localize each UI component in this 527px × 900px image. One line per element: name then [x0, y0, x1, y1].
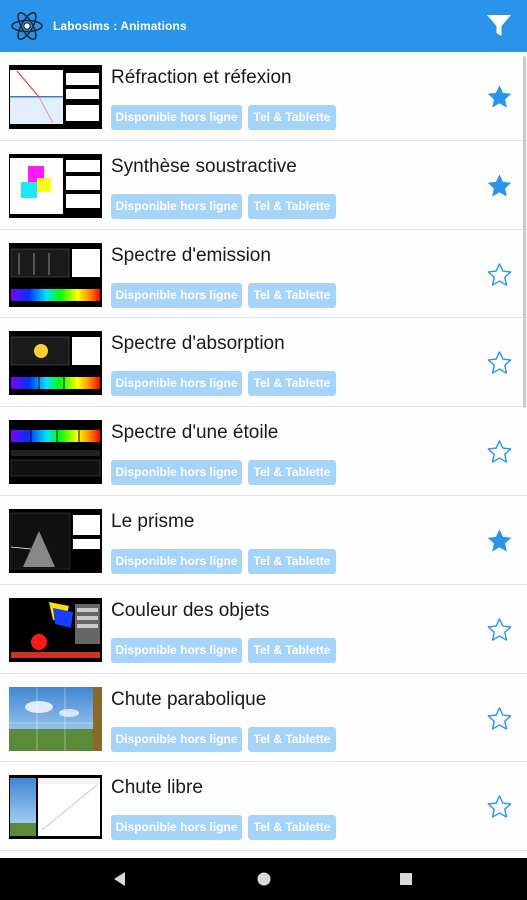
- thumbnail: [9, 686, 102, 751]
- device-badge: Tel & Tablette: [248, 460, 336, 486]
- recents-square-icon[interactable]: [397, 870, 415, 888]
- thumbnail: [9, 420, 102, 485]
- item-title: Réfraction et réfexion: [111, 67, 292, 88]
- back-triangle-icon[interactable]: [111, 870, 129, 888]
- item-title: Chute libre: [111, 777, 203, 799]
- item-title: Synthèse soustractive: [111, 155, 297, 177]
- list-item[interactable]: Couleur des objets Disponible hors ligne…: [0, 584, 527, 674]
- star-icon[interactable]: [486, 84, 513, 110]
- offline-badge: Disponible hors ligne: [111, 726, 242, 752]
- thumbnail: [9, 331, 102, 396]
- star-icon[interactable]: [486, 173, 513, 199]
- offline-badge: Disponible hors ligne: [111, 815, 242, 841]
- star-icon[interactable]: [486, 262, 513, 288]
- thumbnail: [9, 242, 102, 307]
- device-badge: Tel & Tablette: [248, 105, 336, 130]
- item-title: Spectre d'absorption: [111, 333, 285, 355]
- star-icon[interactable]: [486, 706, 513, 732]
- atom-icon[interactable]: [10, 9, 44, 43]
- list-item[interactable]: Synthèse soustractive Disponible hors li…: [0, 140, 527, 230]
- star-icon[interactable]: [486, 617, 513, 643]
- list-item[interactable]: Spectre d'une étoile Disponible hors lig…: [0, 407, 527, 496]
- item-title: Spectre d'emission: [111, 244, 271, 266]
- offline-badge: Disponible hors ligne: [111, 193, 242, 219]
- navigation-bar: [0, 858, 527, 900]
- thumbnail: [9, 65, 102, 129]
- offline-badge: Disponible hors ligne: [111, 105, 242, 130]
- offline-badge: Disponible hors ligne: [111, 549, 242, 574]
- thumbnail: [9, 153, 102, 218]
- animation-list: Réfraction et réfexion Disponible hors l…: [0, 52, 527, 858]
- thumbnail: [9, 775, 102, 840]
- star-icon[interactable]: [486, 528, 513, 554]
- device-badge: Tel & Tablette: [248, 726, 336, 752]
- list-item[interactable]: Réfraction et réfexion Disponible hors l…: [0, 52, 527, 141]
- device-badge: Tel & Tablette: [248, 815, 336, 841]
- offline-badge: Disponible hors ligne: [111, 371, 242, 397]
- item-title: Spectre d'une étoile: [111, 422, 279, 444]
- device-badge: Tel & Tablette: [248, 637, 336, 663]
- list-item[interactable]: Spectre d'absorption Disponible hors lig…: [0, 318, 527, 408]
- device-badge: Tel & Tablette: [248, 282, 336, 308]
- app-bar: Labosims : Animations: [0, 0, 527, 52]
- star-icon[interactable]: [486, 350, 513, 376]
- star-icon[interactable]: [486, 794, 513, 820]
- home-circle-icon[interactable]: [255, 870, 273, 888]
- item-title: Le prisme: [111, 511, 195, 532]
- star-icon[interactable]: [486, 439, 513, 465]
- offline-badge: Disponible hors ligne: [111, 460, 242, 486]
- list-item[interactable]: Chute parabolique Disponible hors ligne …: [0, 673, 527, 763]
- list-item[interactable]: Chute libre Disponible hors ligne Tel & …: [0, 762, 527, 852]
- scrollbar[interactable]: [523, 56, 526, 408]
- list-item[interactable]: Spectre d'emission Disponible hors ligne…: [0, 229, 527, 319]
- offline-badge: Disponible hors ligne: [111, 637, 242, 663]
- item-title: Chute parabolique: [111, 688, 267, 710]
- device-badge: Tel & Tablette: [248, 371, 336, 397]
- thumbnail: [9, 597, 102, 662]
- filter-icon[interactable]: [486, 14, 512, 38]
- device-badge: Tel & Tablette: [248, 193, 336, 219]
- offline-badge: Disponible hors ligne: [111, 282, 242, 308]
- device-badge: Tel & Tablette: [248, 549, 336, 574]
- thumbnail: [9, 509, 102, 573]
- item-title: Couleur des objets: [111, 599, 270, 621]
- app-title: Labosims : Animations: [53, 19, 187, 33]
- list-item[interactable]: Le prisme Disponible hors ligne Tel & Ta…: [0, 496, 527, 585]
